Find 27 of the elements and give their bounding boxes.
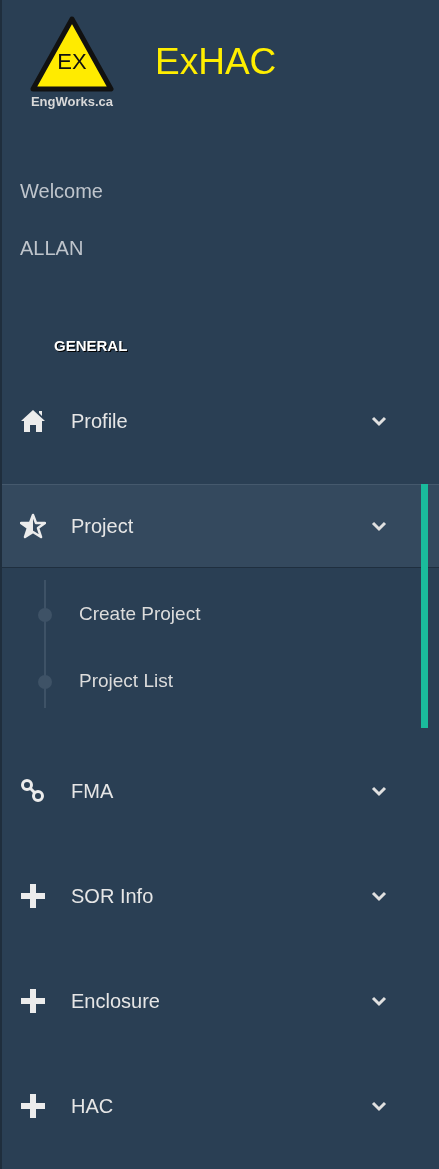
menu-item[interactable]: Project xyxy=(2,484,439,568)
warning-sign-icon xyxy=(29,15,115,93)
submenu-item[interactable]: Project List xyxy=(79,667,173,696)
home-icon xyxy=(20,408,46,434)
menu-item[interactable]: FMA xyxy=(2,749,439,833)
app-title: ExHAC xyxy=(155,43,277,80)
logo-sign: EX xyxy=(56,51,88,73)
menu-item[interactable]: HAC xyxy=(2,1064,439,1148)
logo-caption: EngWorks.ca xyxy=(30,95,114,108)
menu-item[interactable]: Enclosure xyxy=(2,959,439,1043)
chevron-down-icon xyxy=(371,1100,387,1112)
chevron-down-icon xyxy=(371,890,387,902)
submenu-item[interactable]: Create Project xyxy=(79,600,201,629)
plus-icon xyxy=(20,1093,46,1119)
chevron-down-icon xyxy=(371,995,387,1007)
chevron-down-icon xyxy=(371,520,387,532)
section-heading: GENERAL xyxy=(54,336,128,356)
user-name: ALLAN xyxy=(20,236,84,261)
menu-item[interactable]: SOR Info xyxy=(2,854,439,938)
chevron-down-icon xyxy=(371,415,387,427)
plus-icon xyxy=(20,988,46,1014)
plus-icon xyxy=(20,883,46,909)
welcome-text: Welcome xyxy=(20,179,103,204)
star-icon xyxy=(20,513,46,539)
menu-item[interactable]: Profile xyxy=(2,379,439,463)
chain-icon xyxy=(20,778,46,804)
chevron-down-icon xyxy=(371,785,387,797)
